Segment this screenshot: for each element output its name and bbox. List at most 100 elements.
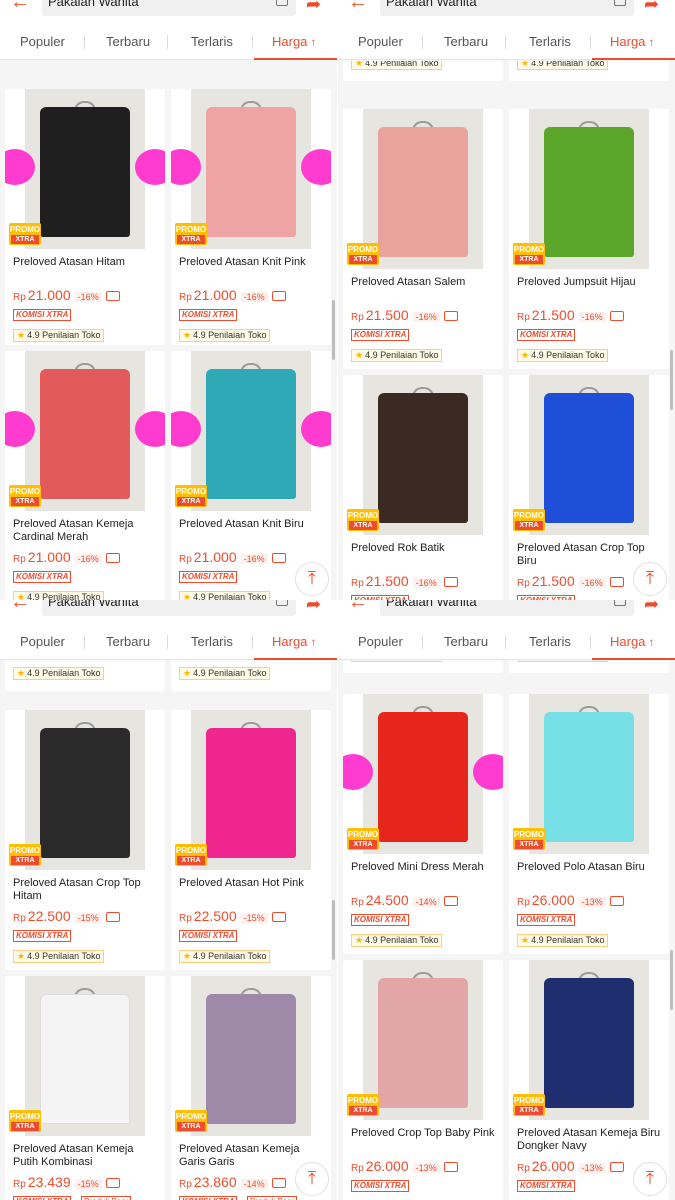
- product-name[interactable]: Preloved Crop Top Baby Pink: [351, 1127, 499, 1140]
- product-name[interactable]: Preloved Atasan Kemeja Putih Kombinasi: [13, 1143, 161, 1169]
- product-card[interactable]: PROMO XTRA Preloved Polo Atasan Biru Rp 26.0…: [509, 694, 669, 954]
- camera-icon[interactable]: [276, 600, 288, 606]
- product-name[interactable]: Preloved Atasan Hot Pink: [179, 877, 327, 890]
- back-arrow-icon[interactable]: ←: [348, 0, 370, 12]
- product-name[interactable]: Preloved Rok Batik: [351, 542, 499, 555]
- product-card[interactable]: PROMO XTRA Preloved Atasan Hot Pink Rp 22.50…: [171, 710, 331, 970]
- scroll-to-top-button[interactable]: ⤒: [295, 562, 329, 596]
- free-shipping-icon: [271, 1178, 286, 1189]
- product-image[interactable]: PROMO XTRA: [5, 351, 165, 511]
- search-input[interactable]: Pakaian Wanita: [42, 0, 296, 16]
- product-price: Rp 21.500 -16%: [517, 573, 624, 589]
- tab-populer[interactable]: Populer: [358, 634, 403, 649]
- product-image[interactable]: PROMO XTRA: [509, 694, 669, 854]
- tab-harga[interactable]: Harga ↑: [272, 34, 316, 49]
- scrollbar[interactable]: [332, 900, 335, 960]
- product-image[interactable]: PROMO XTRA: [509, 960, 669, 1120]
- tab-terbaru[interactable]: Terbaru: [106, 634, 150, 649]
- product-image[interactable]: PROMO XTRA: [509, 109, 669, 269]
- product-card[interactable]: PROMO XTRA Preloved Crop Top Baby Pink Rp 26…: [343, 960, 503, 1200]
- product-name[interactable]: Preloved Atasan Knit Pink: [179, 256, 327, 269]
- product-name[interactable]: Preloved Atasan Knit Biru: [179, 518, 327, 531]
- search-input[interactable]: Pakaian Wanita: [380, 0, 634, 16]
- product-card[interactable]: PROMO XTRA Preloved Atasan Knit Pink Rp 21.0…: [171, 89, 331, 345]
- scrollbar[interactable]: [670, 950, 673, 1010]
- tab-terbaru[interactable]: Terbaru: [106, 34, 150, 49]
- product-image[interactable]: PROMO XTRA: [343, 694, 503, 854]
- product-image[interactable]: PROMO XTRA: [509, 375, 669, 535]
- product-name[interactable]: Preloved Polo Atasan Biru: [517, 861, 665, 874]
- tab-harga[interactable]: Harga ↑: [610, 634, 654, 649]
- product-card[interactable]: PROMO XTRA Preloved Atasan Salem Rp 21.500 -1…: [343, 109, 503, 369]
- free-shipping-icon: [609, 311, 624, 322]
- promo-label: PROMO: [347, 245, 379, 254]
- camera-icon[interactable]: [614, 600, 626, 606]
- star-icon: ★: [17, 951, 26, 961]
- product-name[interactable]: Preloved Atasan Kemeja Biru Dongker Navy: [517, 1127, 665, 1153]
- price-value: 26.000: [531, 892, 575, 908]
- tab-terbaru[interactable]: Terbaru: [444, 34, 488, 49]
- product-image[interactable]: PROMO XTRA: [171, 351, 331, 511]
- tab-populer[interactable]: Populer: [20, 634, 65, 649]
- xtra-label: XTRA: [11, 497, 39, 506]
- product-card[interactable]: PROMO XTRA Preloved Atasan Kemeja Cardinal…: [5, 351, 165, 600]
- promo-xtra-badge: PROMO XTRA: [513, 1094, 545, 1116]
- discount-badge: -16%: [578, 578, 606, 588]
- share-icon[interactable]: ➦: [306, 600, 330, 614]
- tab-terlaris[interactable]: Terlaris: [191, 34, 233, 49]
- product-image[interactable]: PROMO XTRA: [5, 976, 165, 1136]
- camera-icon[interactable]: [614, 0, 626, 6]
- product-name[interactable]: Preloved Atasan Salem: [351, 276, 499, 289]
- share-icon[interactable]: ➦: [644, 600, 668, 614]
- promo-xtra-badge: PROMO XTRA: [347, 828, 379, 850]
- product-card[interactable]: PROMOXTRAPreloved Rok BatikRp21.500-16%K…: [343, 375, 503, 600]
- product-name[interactable]: Preloved Atasan Crop Top Hitam: [13, 877, 161, 903]
- product-image[interactable]: PROMO XTRA: [171, 976, 331, 1136]
- tab-divider: [84, 635, 85, 649]
- product-name[interactable]: Preloved Atasan Hitam: [13, 256, 161, 269]
- scrollbar[interactable]: [332, 300, 335, 360]
- product-image[interactable]: PROMO XTRA: [5, 89, 165, 249]
- tab-divider: [84, 35, 85, 49]
- scroll-to-top-button[interactable]: ⤒: [295, 1162, 329, 1196]
- new-product-badge: Produk Baru: [81, 1196, 132, 1200]
- product-card[interactable]: PROMO XTRA Preloved Atasan Crop Top Hitam R…: [5, 710, 165, 970]
- tab-populer[interactable]: Populer: [358, 34, 403, 49]
- scroll-to-top-button[interactable]: ⤒: [633, 562, 667, 596]
- free-shipping-icon: [105, 291, 120, 302]
- product-image[interactable]: PROMO XTRA: [343, 960, 503, 1120]
- share-icon[interactable]: ➦: [644, 0, 668, 14]
- tab-terlaris[interactable]: Terlaris: [529, 34, 571, 49]
- scrollbar[interactable]: [670, 350, 673, 410]
- back-arrow-icon[interactable]: ←: [10, 0, 32, 12]
- tab-harga[interactable]: Harga ↑: [610, 34, 654, 49]
- product-image[interactable]: PROMO XTRA: [171, 89, 331, 249]
- product-image[interactable]: PROMO XTRA: [5, 710, 165, 870]
- active-tab-underline: [592, 58, 675, 60]
- tab-terbaru[interactable]: Terbaru: [444, 634, 488, 649]
- product-name[interactable]: Preloved Jumpsuit Hijau: [517, 276, 665, 289]
- scroll-to-top-button[interactable]: ⤒: [633, 1162, 667, 1196]
- store-rating-text: 4.9 Penilaian Toko: [365, 61, 439, 68]
- tab-terlaris[interactable]: Terlaris: [529, 634, 571, 649]
- tab-populer[interactable]: Populer: [20, 34, 65, 49]
- back-arrow-icon[interactable]: ←: [10, 600, 32, 612]
- product-card[interactable]: PROMO XTRA Preloved Jumpsuit Hijau Rp 21.500…: [509, 109, 669, 369]
- camera-icon[interactable]: [276, 0, 288, 6]
- back-arrow-icon[interactable]: ←: [348, 600, 370, 612]
- product-name[interactable]: Preloved Mini Dress Merah: [351, 861, 499, 874]
- tab-terlaris[interactable]: Terlaris: [191, 634, 233, 649]
- search-input[interactable]: Pakaian Wanita: [42, 600, 296, 616]
- product-image[interactable]: PROMO XTRA: [343, 109, 503, 269]
- active-tab-underline: [592, 658, 675, 660]
- tab-harga[interactable]: Harga ↑: [272, 634, 316, 649]
- product-image[interactable]: PROMO XTRA: [171, 710, 331, 870]
- share-icon[interactable]: ➦: [306, 0, 330, 14]
- search-input[interactable]: Pakaian Wanita: [380, 600, 634, 616]
- previous-card-footer: KOMISI XTRA★4.9 Penilaian Toko: [509, 61, 669, 81]
- product-image[interactable]: PROMO XTRA: [343, 375, 503, 535]
- product-card[interactable]: PROMO XTRA Preloved Mini Dress Merah Rp 24.5…: [343, 694, 503, 954]
- product-card[interactable]: PROMO XTRA Preloved Atasan Kemeja Putih Ko…: [5, 976, 165, 1200]
- product-card[interactable]: PROMO XTRA Preloved Atasan Hitam Rp 21.000 -1…: [5, 89, 165, 345]
- product-name[interactable]: Preloved Atasan Kemeja Cardinal Merah: [13, 518, 161, 544]
